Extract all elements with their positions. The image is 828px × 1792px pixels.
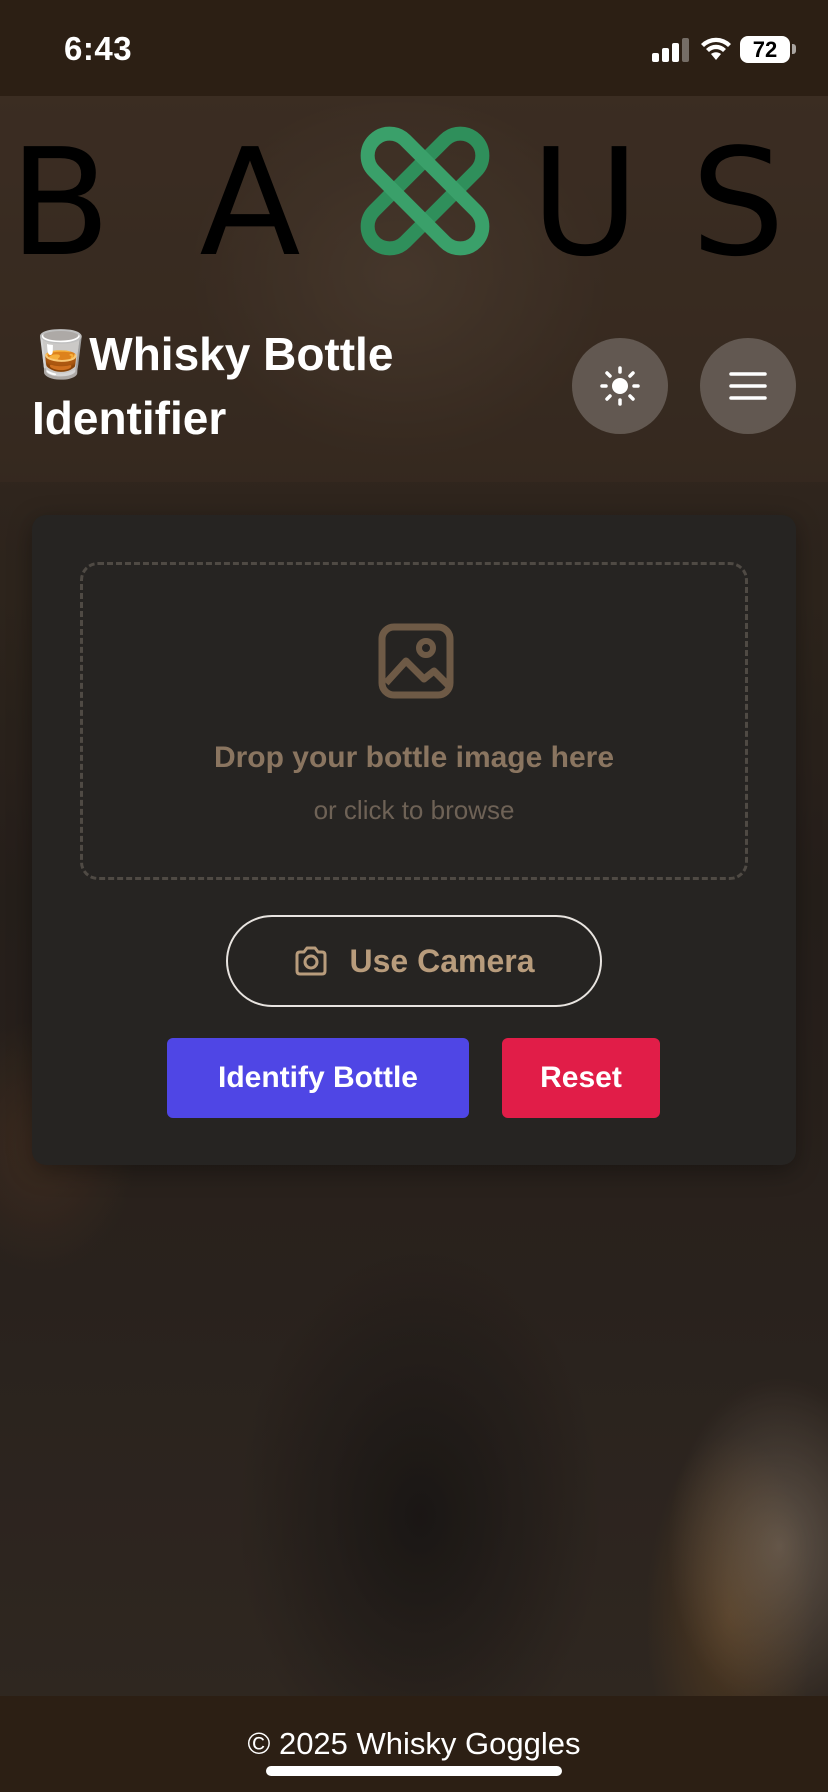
hamburger-menu-icon (729, 372, 767, 400)
logo-letter-u: U (531, 118, 639, 268)
status-time: 6:43 (64, 30, 133, 67)
logo-mark-icon (360, 126, 490, 256)
battery-cap (792, 44, 796, 54)
app-page: 6:43 72 B A U S 🥃Whisky Bottle Identifie… (0, 0, 828, 1792)
home-indicator[interactable] (266, 1766, 562, 1776)
menu-button[interactable] (700, 338, 796, 434)
camera-icon (295, 946, 326, 976)
wifi-icon (701, 37, 731, 60)
use-camera-label: Use Camera (349, 942, 535, 979)
dropzone-title: Drop your bottle image here (213, 741, 615, 774)
reset-button[interactable]: Reset (502, 1038, 660, 1118)
logo-letter-b: B (20, 118, 111, 268)
app-footer: © 2025 Whisky Goggles (0, 1696, 828, 1792)
use-camera-button[interactable]: Use Camera (226, 915, 602, 1007)
upload-card: Drop your bottle image here or click to … (32, 515, 796, 1165)
footer-copyright: © 2025 Whisky Goggles (247, 1726, 581, 1761)
identify-bottle-button[interactable]: Identify Bottle (167, 1038, 469, 1118)
image-icon (378, 623, 454, 699)
whisky-glass-icon: 🥃 (32, 328, 90, 380)
status-bar: 6:43 72 (0, 0, 828, 96)
dropzone-subtitle: or click to browse (313, 795, 515, 825)
battery-indicator: 72 (740, 36, 790, 63)
page-title: 🥃Whisky Bottle Identifier (32, 322, 492, 450)
brand-logo: B A U S (20, 118, 785, 268)
theme-toggle-button[interactable] (572, 338, 668, 434)
logo-letter-a: A (199, 118, 300, 268)
signal-icon (652, 38, 690, 62)
sun-icon (600, 366, 640, 406)
image-dropzone[interactable]: Drop your bottle image here or click to … (80, 562, 748, 880)
logo-letter-s: S (691, 118, 785, 268)
